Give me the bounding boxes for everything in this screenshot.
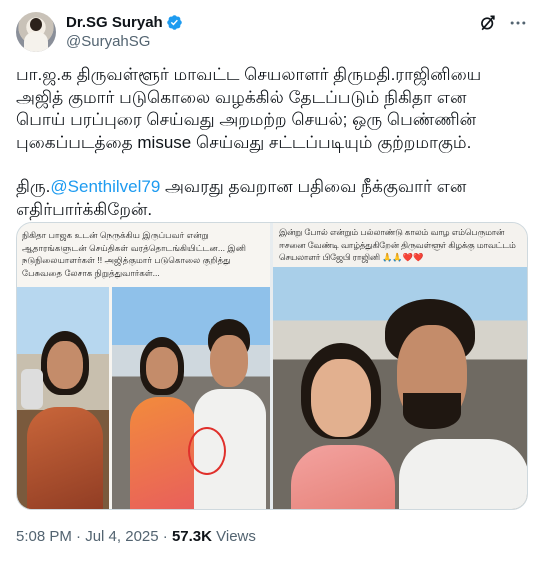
tweet-post: Dr.SG Suryah @SuryahSG பா.ஜ.க திருவள்ளூர… <box>0 0 544 562</box>
tweet-header: Dr.SG Suryah @SuryahSG <box>16 12 528 52</box>
tweet-line: எதிர்பார்க்கிறேன். <box>16 199 153 219</box>
figure-doll <box>21 369 43 409</box>
figure-saree <box>27 407 103 509</box>
right-image-caption: இன்று போல் என்றும் பல்லாண்டு காலம் வாழ எ… <box>279 227 516 262</box>
tweet-line-mention: திரு.@Senthilvel79 அவரது தவறான பதிவை நீக… <box>16 176 530 199</box>
author-names: Dr.SG Suryah @SuryahSG <box>66 13 183 51</box>
right-photo-couple <box>273 267 527 509</box>
left-photo-woman-portrait <box>17 287 109 509</box>
meta-separator: · <box>158 528 172 545</box>
tweet-line: அஜித் குமார் படுகொலை வழக்கில் தேடப்படும்… <box>16 87 467 107</box>
views-count: 57.3K <box>171 528 212 545</box>
tweet-time[interactable]: 5:08 PM <box>16 528 72 545</box>
tweet-line: பா.ஜ.க திருவள்ளூர் மாவட்ட செயலாளர் திரும… <box>16 65 482 84</box>
highlight-circle <box>188 427 226 475</box>
tweet-meta: 5:08 PM · Jul 4, 2025 · 57.3K Views <box>16 527 256 546</box>
left-photo-couple <box>112 287 270 509</box>
avatar[interactable] <box>16 12 56 52</box>
media-image-right[interactable]: இன்று போல் என்றும் பல்லாண்டு காலம் வாழ எ… <box>273 223 527 509</box>
author-display-name-row[interactable]: Dr.SG Suryah <box>66 13 183 32</box>
media-image-left[interactable]: நிகிதா பாஜக உடன் நெருக்கிய இருப்பவர் என்… <box>17 223 270 509</box>
more-options-icon[interactable] <box>508 13 528 33</box>
tweet-media[interactable]: நிகிதா பாஜக உடன் நெருக்கிய இருப்பவர் என்… <box>16 222 528 510</box>
avatar-head <box>30 18 42 31</box>
views-label: Views <box>211 528 256 545</box>
left-image-caption: நிகிதா பாஜக உடன் நெருக்கிய இருப்பவர் என்… <box>22 230 247 278</box>
figure-face <box>47 341 83 389</box>
mention-prefix: திரு. <box>16 177 51 196</box>
author-display-name[interactable]: Dr.SG Suryah <box>66 13 163 32</box>
figure-face <box>210 335 248 387</box>
meta-separator: · <box>71 528 86 545</box>
tweet-date[interactable]: Jul 4, 2025 <box>85 528 158 545</box>
avatar-body <box>24 32 48 52</box>
verified-badge-icon <box>166 15 182 30</box>
figure-beard <box>403 393 461 429</box>
tweet-text: பா.ஜ.க திருவள்ளூர் மாவட்ட செயலாளர் திரும… <box>16 64 530 221</box>
figure-saree <box>291 445 395 509</box>
figure-face <box>311 359 371 437</box>
tweet-line: புகைப்படத்தை misuse செய்வது சட்டப்படியும… <box>16 132 472 152</box>
author-handle[interactable]: @SuryahSG <box>66 32 183 51</box>
mention-link[interactable]: @Senthilvel79 <box>50 177 160 196</box>
figure-face <box>146 347 178 389</box>
figure-saree <box>130 397 196 509</box>
mention-suffix: அவரது தவறான பதிவை நீக்குவார் என <box>160 177 467 196</box>
figure-shirt <box>399 439 527 509</box>
tweet-line: பொய் பரப்புரை செய்வது அறமற்ற செயல்; ஒரு … <box>16 110 477 129</box>
grok-icon[interactable] <box>478 13 498 33</box>
